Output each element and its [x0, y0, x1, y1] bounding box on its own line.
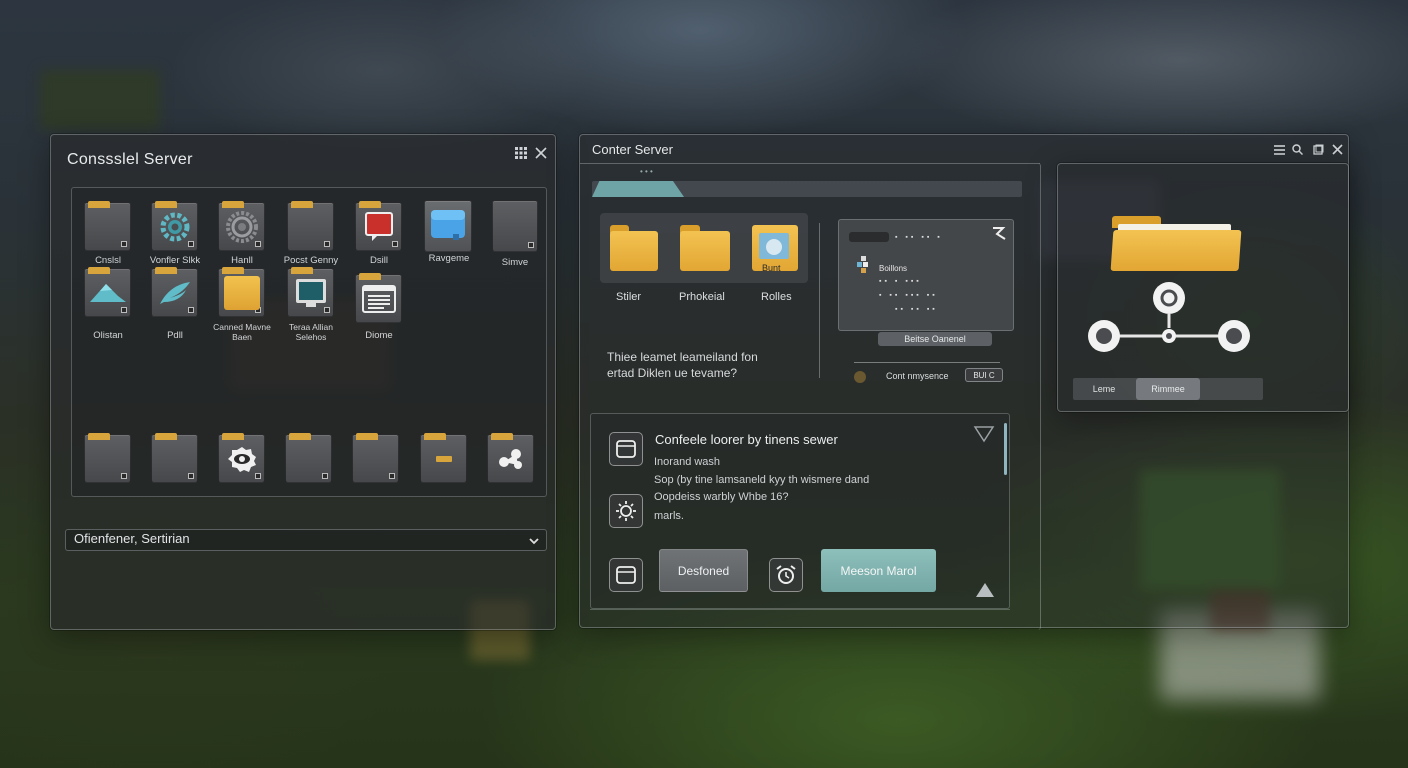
tile-blank-icon[interactable]	[492, 200, 538, 252]
share-icon[interactable]	[487, 433, 534, 483]
accent-button[interactable]: Meeson Marol	[821, 549, 936, 592]
folder-icon[interactable]	[1110, 216, 1242, 271]
small-folder-icon[interactable]	[420, 433, 467, 483]
coin-icon	[854, 371, 866, 383]
blue-card-icon[interactable]	[424, 200, 472, 252]
window-icon[interactable]	[609, 432, 643, 466]
footer-label: Cont nmysence	[886, 371, 949, 381]
gear-icon[interactable]	[151, 201, 198, 251]
feather-icon[interactable]	[151, 267, 198, 317]
menu-icon[interactable]	[1272, 144, 1286, 158]
server-dropdown[interactable]: Ofienfener, Sertirian	[65, 529, 547, 551]
file-badge: Bunt	[762, 263, 781, 273]
preview-header-pill	[849, 232, 889, 242]
primary-button[interactable]: Desfoned	[659, 549, 748, 592]
details-line-4: marls.	[654, 510, 684, 522]
monitor-icon[interactable]	[287, 267, 334, 317]
cog-icon[interactable]	[218, 201, 265, 251]
icon-grid: Cnslsl Vonfler Slkk Hanll Pocst Genny Ds…	[71, 187, 547, 497]
preview-action-button[interactable]: Beitse Oanenel	[878, 332, 992, 346]
scrollbar[interactable]	[1004, 423, 1007, 475]
chevron-down-icon	[528, 534, 540, 552]
preview-card: ▪ ▪▪ ▪▪ ▪ Boillons ▪▪ ▪ ▪▪▪ ▪ ▪▪ ▪▪▪ ▪▪ …	[838, 219, 1014, 331]
details-line-1: Inorand wash	[654, 456, 721, 468]
document-icon[interactable]	[355, 273, 402, 323]
preview-dashes: ▪▪ ▪ ▪▪▪	[879, 278, 922, 285]
network-panel: Leme Rimmee	[1057, 163, 1349, 412]
collapse-icon[interactable]	[973, 425, 995, 448]
tile-blank-icon[interactable]	[84, 433, 131, 483]
tile-label: Hanll	[231, 255, 253, 266]
image-file-icon[interactable]: Bunt	[752, 225, 798, 273]
left-server-window: Conssslel Server Cnslsl Vonfler Slkk Han…	[50, 134, 556, 630]
tile-label: Diome	[365, 330, 393, 341]
folder-label: Rolles	[761, 291, 792, 303]
active-tab[interactable]	[592, 181, 684, 197]
tab-leme[interactable]: Leme	[1073, 378, 1135, 400]
tab-rimmee[interactable]: Rimmee	[1136, 378, 1200, 400]
search-icon[interactable]	[1290, 144, 1304, 158]
tab-dots: • • •	[640, 167, 653, 176]
footer-divider	[854, 362, 1000, 363]
folder-icon[interactable]	[610, 225, 658, 271]
tab-empty[interactable]	[1201, 378, 1263, 400]
sun-icon[interactable]	[609, 494, 643, 528]
eye-icon[interactable]	[218, 433, 265, 483]
tile-label: Canned Mavne Baen	[213, 322, 271, 342]
details-heading: Confeele loorer by tinens sewer	[655, 432, 838, 447]
tile-blank-icon[interactable]	[84, 201, 131, 251]
vertical-divider	[819, 223, 820, 378]
details-line-2: Sop (by tine lamsaneld kyy th wismere da…	[654, 474, 870, 486]
preview-dashes: ▪▪ ▪▪ ▪▪	[895, 306, 938, 313]
question-line-2: ertad Diklen ue tevame?	[607, 366, 738, 380]
bottom-divider	[590, 609, 1010, 610]
close-icon[interactable]	[1330, 144, 1344, 158]
folder-label: Prhokeial	[679, 291, 725, 303]
restore-icon[interactable]	[1311, 144, 1325, 158]
tile-blank-icon[interactable]	[352, 433, 399, 483]
window-title: Conter Server	[592, 142, 673, 157]
chat-bubble-icon[interactable]	[355, 201, 402, 251]
question-line-1: Thiee leamet leameiland fon	[607, 350, 758, 364]
folder-label: Stiler	[616, 291, 642, 303]
folder-icon[interactable]	[218, 267, 265, 317]
details-line-3: Oopdeiss warbly Whbe 16?	[654, 491, 789, 503]
tile-label: Dsill	[370, 255, 388, 266]
tile-blank-icon[interactable]	[287, 201, 334, 251]
dropdown-value: Ofienfener, Sertirian	[74, 531, 190, 546]
alarm-icon[interactable]	[769, 558, 803, 592]
network-diagram-icon	[1088, 282, 1250, 352]
close-icon[interactable]	[534, 147, 548, 161]
preview-row-label: Boillons	[879, 264, 908, 273]
tile-blank-icon[interactable]	[151, 433, 198, 483]
grid-icon[interactable]	[514, 147, 528, 161]
window-icon[interactable]	[609, 558, 643, 592]
tile-blank-icon[interactable]	[285, 433, 332, 483]
window-title: Conssslel Server	[67, 151, 193, 168]
pixel-icon	[857, 256, 873, 279]
folder-icon[interactable]	[680, 225, 730, 271]
edit-icon[interactable]	[991, 226, 1007, 245]
footer-badge[interactable]: BUI C	[965, 368, 1003, 382]
mountain-icon[interactable]	[84, 267, 131, 317]
preview-dashes: ▪ ▪▪ ▪▪▪ ▪▪	[879, 292, 938, 299]
expand-up-icon[interactable]	[974, 581, 996, 604]
tile-label: Simve	[501, 257, 529, 268]
preview-dashes: ▪ ▪▪ ▪▪ ▪	[895, 234, 943, 241]
